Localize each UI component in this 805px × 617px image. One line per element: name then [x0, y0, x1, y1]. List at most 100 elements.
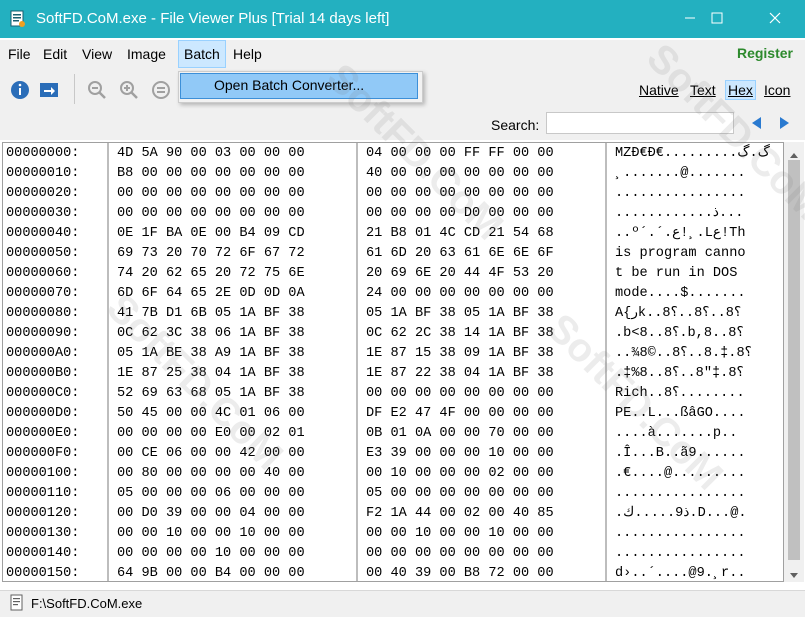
hex-bytes[interactable]: 50 45 00 00 4C 01 06 00	[117, 404, 305, 424]
hex-address[interactable]: 00000060:	[6, 264, 79, 284]
hex-bytes[interactable]: F2 1A 44 00 02 00 40 85	[366, 504, 554, 524]
open-icon[interactable]	[38, 79, 60, 101]
hex-bytes[interactable]: 00 00 00 00 00 00 00 00	[117, 204, 305, 224]
hex-bytes[interactable]: 1E 87 22 38 04 1A BF 38	[366, 364, 554, 384]
hex-ascii[interactable]: ..º´.´.ع!¸.Lع!Th	[615, 224, 745, 244]
hex-bytes[interactable]: 05 00 00 00 00 00 00 00	[366, 484, 554, 504]
hex-bytes[interactable]: 00 00 00 00 00 00 00 00	[117, 184, 305, 204]
view-native[interactable]: Native	[639, 82, 679, 98]
hex-bytes[interactable]: 0E 1F BA 0E 00 B4 09 CD	[117, 224, 305, 244]
hex-address[interactable]: 000000F0:	[6, 444, 79, 464]
hex-address[interactable]: 00000150:	[6, 564, 79, 581]
hex-address[interactable]: 000000A0:	[6, 344, 79, 364]
hex-bytes[interactable]: 00 00 00 00 E0 00 02 01	[117, 424, 305, 444]
hex-bytes[interactable]: 00 00 00 00 D0 00 00 00	[366, 204, 554, 224]
hex-bytes[interactable]: 24 00 00 00 00 00 00 00	[366, 284, 554, 304]
hex-ascii[interactable]: Rich..؟8........	[615, 384, 745, 404]
hex-address[interactable]: 00000120:	[6, 504, 79, 524]
hex-address[interactable]: 00000010:	[6, 164, 79, 184]
hex-bytes[interactable]: 05 00 00 00 06 00 00 00	[117, 484, 305, 504]
hex-bytes[interactable]: 20 69 6E 20 44 4F 53 20	[366, 264, 554, 284]
view-hex[interactable]: Hex	[725, 80, 756, 100]
hex-bytes[interactable]: 64 9B 00 00 B4 00 00 00	[117, 564, 305, 581]
view-icon[interactable]: Icon	[764, 82, 790, 98]
hex-address[interactable]: 000000D0:	[6, 404, 79, 424]
hex-bytes[interactable]: 04 00 00 00 FF FF 00 00	[366, 144, 554, 164]
scroll-down-icon[interactable]	[789, 568, 799, 583]
hex-bytes[interactable]: 74 20 62 65 20 72 75 6E	[117, 264, 305, 284]
menu-edit[interactable]: Edit	[38, 41, 72, 67]
menu-file[interactable]: File	[3, 41, 36, 67]
hex-bytes[interactable]: 00 00 10 00 00 10 00 00	[117, 524, 305, 544]
hex-bytes[interactable]: 00 00 00 00 10 00 00 00	[117, 544, 305, 564]
hex-address[interactable]: 000000E0:	[6, 424, 79, 444]
hex-ascii[interactable]: ............ذ...	[615, 204, 743, 224]
menu-help[interactable]: Help	[228, 41, 267, 67]
hex-ascii[interactable]: ..¾8©..؟8.‡.8..؟8	[615, 344, 752, 364]
hex-address[interactable]: 00000130:	[6, 524, 79, 544]
hex-ascii[interactable]: PE..L...ßâGO....	[615, 404, 746, 424]
hex-bytes[interactable]: 1E 87 25 38 04 1A BF 38	[117, 364, 305, 384]
hex-ascii[interactable]: ................	[615, 184, 746, 204]
hex-ascii[interactable]: ................	[615, 544, 746, 564]
hex-bytes[interactable]: B8 00 00 00 00 00 00 00	[117, 164, 305, 184]
hex-bytes[interactable]: 00 D0 39 00 00 04 00 00	[117, 504, 305, 524]
hex-address[interactable]: 00000020:	[6, 184, 79, 204]
hex-bytes[interactable]: 0C 62 3C 38 06 1A BF 38	[117, 324, 305, 344]
search-prev-button[interactable]	[748, 115, 764, 133]
hex-bytes[interactable]: 00 00 00 00 00 00 00 00	[366, 384, 554, 404]
hex-bytes[interactable]: 00 CE 06 00 00 42 00 00	[117, 444, 305, 464]
hex-ascii[interactable]: ¸.......@.......	[615, 164, 746, 184]
hex-address[interactable]: 00000100:	[6, 464, 79, 484]
hex-address[interactable]: 00000040:	[6, 224, 79, 244]
hex-bytes[interactable]: DF E2 47 4F 00 00 00 00	[366, 404, 554, 424]
hex-address[interactable]: 00000070:	[6, 284, 79, 304]
hex-bytes[interactable]: 61 6D 20 63 61 6E 6E 6F	[366, 244, 554, 264]
hex-bytes[interactable]: 00 00 00 00 00 00 00 00	[366, 544, 554, 564]
hex-address[interactable]: 000000B0:	[6, 364, 79, 384]
hex-bytes[interactable]: 21 B8 01 4C CD 21 54 68	[366, 224, 554, 244]
search-next-button[interactable]	[777, 115, 793, 133]
hex-address[interactable]: 00000140:	[6, 544, 79, 564]
hex-address[interactable]: 00000030:	[6, 204, 79, 224]
hex-bytes[interactable]: 05 1A BF 38 05 1A BF 38	[366, 304, 554, 324]
hex-ascii[interactable]: mode....$.......	[615, 284, 746, 304]
hex-bytes[interactable]: 40 00 00 00 00 00 00 00	[366, 164, 554, 184]
zoom-fit-icon[interactable]	[150, 79, 172, 101]
hex-bytes[interactable]: 00 00 10 00 00 10 00 00	[366, 524, 554, 544]
hex-address[interactable]: 00000050:	[6, 244, 79, 264]
hex-address[interactable]: 00000000:	[6, 144, 79, 164]
hex-view[interactable]: 00000000: 4D 5A 90 00 03 00 00 00 04 00 00…	[2, 142, 784, 582]
hex-bytes[interactable]: 1E 87 15 38 09 1A BF 38	[366, 344, 554, 364]
hex-ascii[interactable]: ....à.......p..	[615, 424, 737, 444]
zoom-out-icon[interactable]	[86, 79, 108, 101]
hex-bytes[interactable]: 4D 5A 90 00 03 00 00 00	[117, 144, 305, 164]
hex-address[interactable]: 000000C0:	[6, 384, 79, 404]
close-button[interactable]	[752, 0, 798, 38]
hex-ascii[interactable]: .‡%8..؟8.‡"8..؟8	[615, 364, 744, 384]
search-input[interactable]	[546, 112, 734, 134]
info-icon[interactable]	[9, 79, 31, 101]
hex-bytes[interactable]: 0C 62 2C 38 14 1A BF 38	[366, 324, 554, 344]
hex-ascii[interactable]: .Î...B..ã9......	[615, 444, 746, 464]
hex-bytes[interactable]: 52 69 63 68 05 1A BF 38	[117, 384, 305, 404]
scroll-thumb[interactable]	[788, 160, 800, 560]
hex-bytes[interactable]: 05 1A BE 38 A9 1A BF 38	[117, 344, 305, 364]
hex-ascii[interactable]: .b<8..؟8.b,8..؟8	[615, 324, 744, 344]
zoom-in-icon[interactable]	[118, 79, 140, 101]
hex-address[interactable]: 00000110:	[6, 484, 79, 504]
hex-ascii[interactable]: .ذ9.....ك.D...@.	[615, 504, 747, 524]
menu-batch[interactable]: Batch	[178, 40, 226, 68]
hex-address[interactable]: 00000090:	[6, 324, 79, 344]
hex-bytes[interactable]: 00 80 00 00 00 00 40 00	[117, 464, 305, 484]
hex-address[interactable]: 00000080:	[6, 304, 79, 324]
hex-bytes[interactable]: 00 10 00 00 00 02 00 00	[366, 464, 554, 484]
hex-bytes[interactable]: 69 73 20 70 72 6F 67 72	[117, 244, 305, 264]
hex-bytes[interactable]: 00 40 39 00 B8 72 00 00	[366, 564, 554, 581]
hex-bytes[interactable]: 00 00 00 00 00 00 00 00	[366, 184, 554, 204]
menu-image[interactable]: Image	[122, 41, 171, 67]
hex-ascii[interactable]: t be run in DOS	[615, 264, 746, 284]
hex-ascii[interactable]: MZÐ€Ð€.........گ.گ	[615, 144, 770, 164]
hex-bytes[interactable]: 41 7B D1 6B 05 1A BF 38	[117, 304, 305, 324]
hex-bytes[interactable]: E3 39 00 00 00 10 00 00	[366, 444, 554, 464]
